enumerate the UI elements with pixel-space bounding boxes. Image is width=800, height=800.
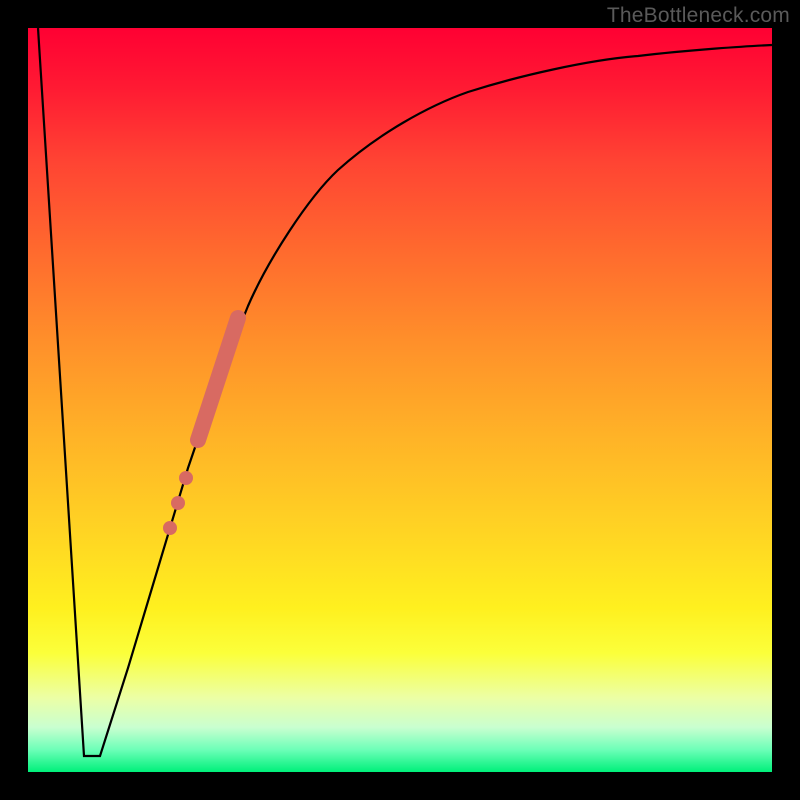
highlight-dot — [179, 471, 193, 485]
highlight-thick-segment — [198, 318, 238, 440]
bottleneck-curve — [38, 28, 772, 756]
watermark-text: TheBottleneck.com — [607, 4, 790, 28]
plot-area — [28, 28, 772, 772]
highlight-dot — [163, 521, 177, 535]
chart-frame: TheBottleneck.com — [0, 0, 800, 800]
chart-svg — [28, 28, 772, 772]
highlight-dot — [171, 496, 185, 510]
